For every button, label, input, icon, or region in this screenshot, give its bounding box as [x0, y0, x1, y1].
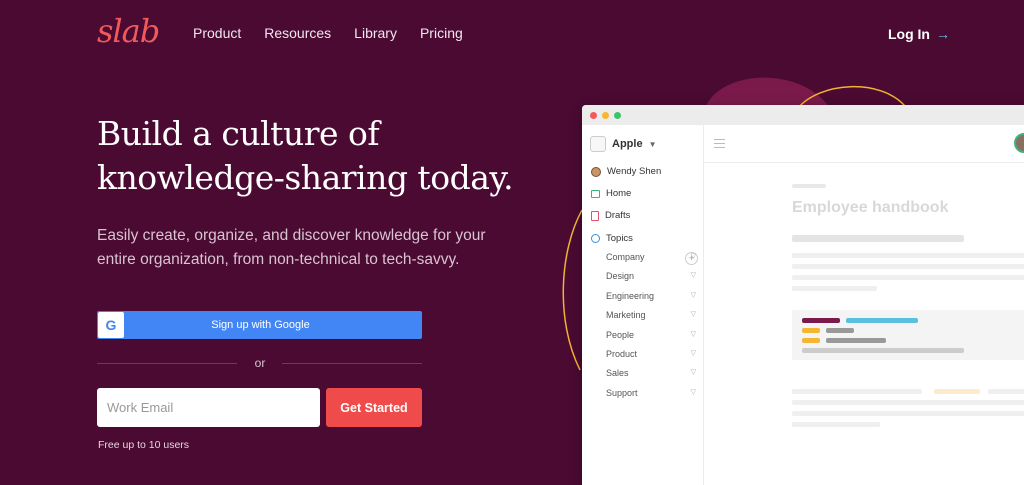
workspace-switcher[interactable]: Apple ▼ — [590, 136, 656, 152]
chevron-down-icon: ▽ — [690, 389, 696, 396]
code-line — [802, 318, 840, 323]
sidebar-item-home[interactable]: Home — [591, 188, 631, 199]
code-line — [802, 338, 820, 343]
hero-title-line-2: knowledge-sharing today. — [97, 158, 514, 197]
chevron-down-icon: ▽ — [690, 253, 696, 260]
window-maximize-dot — [614, 111, 621, 119]
get-started-button[interactable]: Get Started — [326, 388, 422, 427]
workspace-name: Apple — [612, 138, 643, 150]
decor-blob — [705, 77, 830, 108]
divider-left — [97, 363, 237, 364]
chevron-down-icon: ▽ — [690, 292, 696, 299]
highlight-placeholder — [934, 389, 980, 394]
code-line — [802, 348, 964, 353]
login-label: Log In — [888, 26, 930, 42]
text-placeholder — [792, 286, 877, 291]
code-line — [802, 328, 820, 333]
topic-marketing[interactable]: Marketing ▽ — [606, 310, 696, 320]
nav-product[interactable]: Product — [193, 25, 241, 41]
document-title: Employee handbook — [792, 199, 949, 216]
nav-library[interactable]: Library — [354, 25, 397, 41]
hero-subtitle: Easily create, organize, and discover kn… — [97, 227, 486, 268]
sidebar-item-topics[interactable]: Topics — [591, 233, 633, 244]
app-sidebar: Apple ▼ Wendy Shen Home Drafts Topics + … — [582, 125, 704, 485]
text-placeholder — [792, 275, 1024, 280]
app-preview-window: Apple ▼ Wendy Shen Home Drafts Topics + … — [582, 105, 1024, 485]
sidebar-item-label: Topics — [606, 233, 633, 244]
topic-design[interactable]: Design ▽ — [606, 271, 696, 281]
document-area: Employee handbook — [704, 125, 1024, 485]
topic-sales[interactable]: Sales ▽ — [606, 368, 696, 378]
topic-product[interactable]: Product ▽ — [606, 349, 696, 359]
avatar — [591, 166, 601, 177]
topics-icon — [591, 234, 600, 243]
text-placeholder — [988, 389, 1024, 394]
chevron-down-icon: ▽ — [690, 369, 696, 376]
google-icon: G — [98, 312, 124, 338]
chevron-down-icon: ▽ — [690, 331, 696, 338]
sidebar-item-user[interactable]: Wendy Shen — [591, 166, 661, 177]
chevron-down-icon: ▽ — [690, 272, 696, 279]
chevron-down-icon: ▼ — [648, 139, 657, 149]
text-placeholder — [792, 400, 1024, 405]
document-toolbar — [704, 125, 1024, 163]
code-line — [826, 338, 886, 343]
topic-engineering[interactable]: Engineering ▽ — [606, 291, 696, 301]
hero-title-line-1: Build a culture of — [97, 114, 380, 153]
menu-icon[interactable] — [714, 139, 725, 151]
text-placeholder — [792, 235, 964, 242]
login-link[interactable]: Log In → — [888, 26, 950, 42]
chevron-down-icon: ▽ — [690, 350, 696, 357]
code-line — [826, 328, 854, 333]
topic-support[interactable]: Support ▽ — [606, 388, 696, 398]
topic-people[interactable]: People ▽ — [606, 330, 696, 340]
workspace-icon — [590, 136, 606, 152]
text-placeholder — [792, 264, 1024, 269]
sidebar-item-label: Drafts — [605, 210, 631, 221]
code-line — [846, 318, 918, 323]
user-name: Wendy Shen — [607, 166, 662, 177]
chevron-down-icon: ▽ — [690, 311, 696, 318]
free-users-note: Free up to 10 users — [98, 439, 190, 451]
work-email-input[interactable] — [97, 388, 320, 427]
hero-title: Build a culture of knowledge-sharing tod… — [97, 112, 567, 200]
google-signup-label: Sign up with Google — [211, 319, 310, 331]
window-minimize-dot — [602, 111, 609, 119]
home-icon — [591, 189, 600, 198]
divider-right — [282, 363, 422, 364]
drafts-icon — [591, 210, 599, 221]
code-block — [792, 310, 1024, 360]
sidebar-item-drafts[interactable]: Drafts — [591, 210, 630, 221]
arrow-right-icon: → — [936, 26, 950, 42]
slab-logo[interactable]: slab — [97, 12, 160, 50]
main-nav: Product Resources Library Pricing — [193, 25, 463, 41]
nav-pricing[interactable]: Pricing — [420, 25, 463, 41]
or-divider-text: or — [254, 356, 266, 370]
topic-company[interactable]: Company ▽ — [606, 252, 696, 262]
doc-breadcrumb-placeholder — [792, 184, 826, 188]
google-signup-button[interactable]: G Sign up with Google — [97, 311, 422, 339]
text-placeholder — [792, 253, 1024, 258]
sidebar-item-label: Home — [606, 188, 632, 199]
text-placeholder — [792, 411, 1024, 416]
decor-arc-left — [562, 209, 583, 371]
nav-resources[interactable]: Resources — [264, 25, 331, 41]
text-placeholder — [792, 389, 922, 394]
text-placeholder — [792, 422, 880, 427]
window-titlebar — [582, 105, 1024, 125]
window-close-dot — [590, 111, 597, 119]
